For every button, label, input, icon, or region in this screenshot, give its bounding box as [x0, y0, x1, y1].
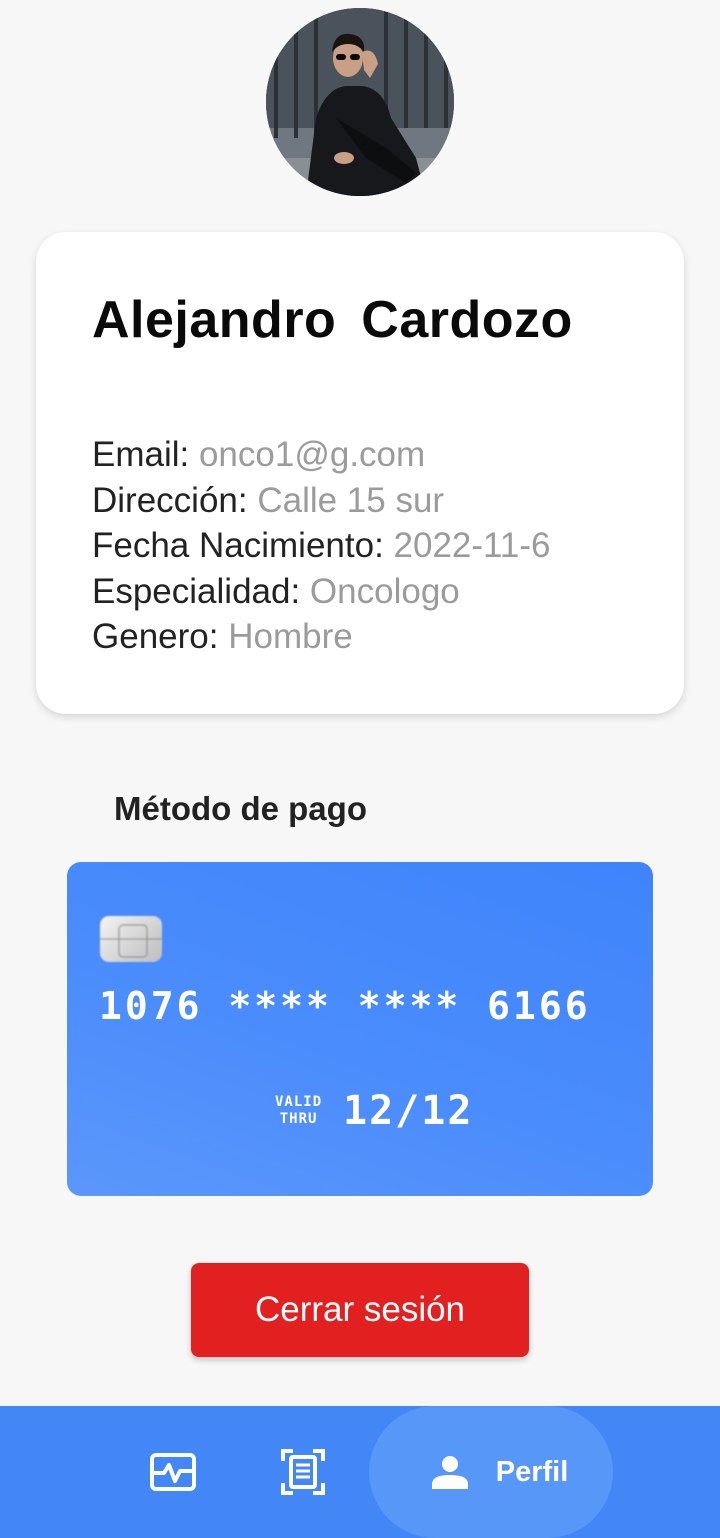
payment-section-title: Método de pago [114, 790, 367, 827]
profile-info-list: Email: onco1@g.com Dirección: Calle 15 s… [92, 432, 551, 660]
info-label: Dirección: [92, 480, 258, 520]
info-label: Fecha Nacimiento: [92, 526, 394, 565]
card-number: 1076 **** **** 6166 [99, 984, 591, 1028]
info-value-email: onco1@g.com [198, 435, 426, 474]
info-row-gender: Genero: Hombre [92, 614, 551, 660]
nav-item-document[interactable] [276, 1406, 330, 1538]
document-scan-icon [281, 1449, 325, 1495]
info-label: Email: [92, 435, 199, 474]
info-row-birthdate: Fecha Nacimiento: 2022-11-6 [92, 523, 551, 569]
info-value-specialty: Oncologo [309, 571, 460, 611]
avatar-photo [266, 8, 454, 196]
valid-label-line1: VALID [275, 1094, 323, 1110]
info-value-address: Calle 15 sur [257, 480, 445, 520]
info-label: Especialidad: [92, 571, 310, 611]
card-chip-icon [100, 916, 162, 962]
info-row-specialty: Especialidad: Oncologo [92, 569, 551, 615]
activity-icon [150, 1453, 196, 1491]
nav-item-profile[interactable]: Perfil [400, 1406, 600, 1538]
nav-item-activity[interactable] [146, 1406, 200, 1538]
nav-item-profile-label: Perfil [495, 1455, 569, 1488]
info-row-address: Dirección: Calle 15 sur [92, 478, 551, 524]
profile-screen: Alejandro Cardozo Email: onco1@g.com Dir… [0, 0, 720, 1538]
person-icon [431, 1456, 468, 1489]
valid-thru-label: VALID THRU [275, 1094, 322, 1128]
credit-card[interactable]: 1076 **** **** 6166 VALID THRU 12/12 [67, 862, 653, 1196]
bottom-nav: Perfil [0, 1406, 720, 1538]
logout-button[interactable]: Cerrar sesión [191, 1263, 529, 1357]
info-label: Genero: [92, 617, 229, 656]
info-row-email: Email: onco1@g.com [92, 432, 551, 478]
info-value-gender: Hombre [228, 617, 353, 656]
valid-label-line2: THRU [279, 1111, 318, 1127]
card-expiry: 12/12 [343, 1088, 474, 1134]
profile-card: Alejandro Cardozo Email: onco1@g.com Dir… [36, 232, 684, 714]
avatar [266, 8, 454, 196]
info-value-birthdate: 2022-11-6 [393, 526, 551, 565]
profile-name: Alejandro Cardozo [92, 291, 573, 349]
